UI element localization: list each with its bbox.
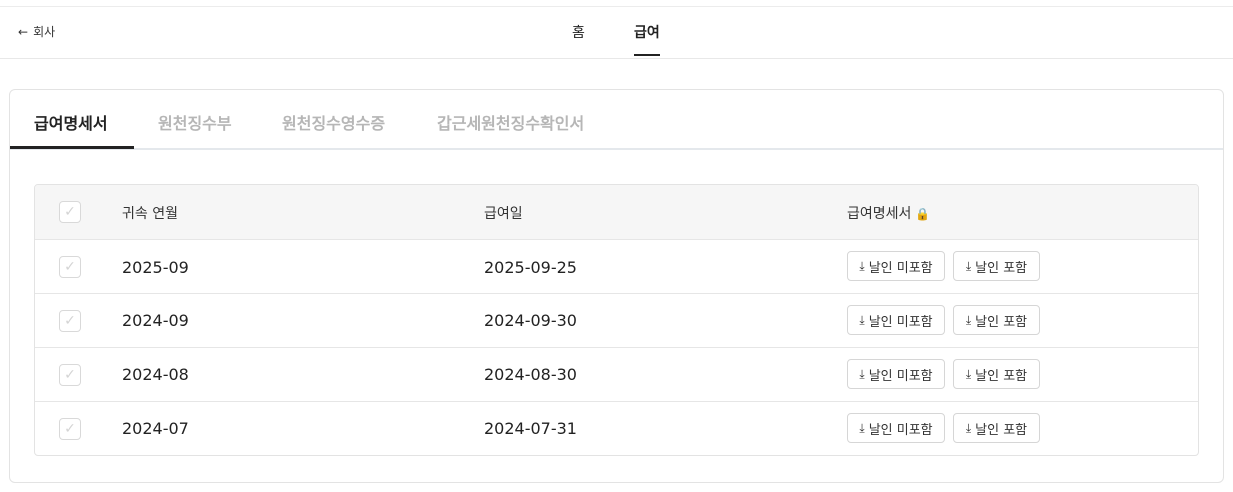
tab-withholding-ledger[interactable]: 원천징수부 [158,110,232,134]
back-label: 회사 [33,25,56,39]
row-pay-date: 2024-07-31 [484,419,577,438]
button-label: 날인 포함 [975,422,1028,438]
download-icon: ⤓ [965,259,972,273]
row-period: 2024-07 [122,419,189,438]
table-row: ✓ 2024-08 2024-08-30 ⤓ 날인 미포함 ⤓ 날인 포함 [35,347,1198,402]
header-pay-date: 급여일 [484,206,523,222]
button-label: 날인 포함 [975,314,1028,330]
button-label: 날인 미포함 [868,314,933,330]
top-navbar: ← 회사 홈 급여 [0,7,1233,59]
download-icon: ⤓ [965,421,972,435]
header-statement-label: 급여명세서 [847,206,912,222]
download-without-seal-button[interactable]: ⤓ 날인 미포함 [847,413,945,443]
check-icon: ✓ [64,204,76,220]
download-icon: ⤓ [859,313,865,327]
arrow-left-icon: ← [18,24,29,39]
table-row: ✓ 2024-09 2024-09-30 ⤓ 날인 미포함 ⤓ 날인 포함 [35,293,1198,348]
button-label: 날인 포함 [975,368,1028,384]
check-icon: ✓ [64,259,76,275]
download-icon: ⤓ [965,367,972,381]
tab-income-tax-confirmation[interactable]: 갑근세원천징수확인서 [437,110,584,134]
back-link[interactable]: ← 회사 [18,23,55,40]
check-icon: ✓ [64,313,76,329]
table-row: ✓ 2025-09 2025-09-25 ⤓ 날인 미포함 ⤓ 날인 포함 [35,239,1198,294]
active-subtab-indicator [10,146,134,149]
row-checkbox[interactable]: ✓ [59,256,81,278]
header-period: 귀속 연월 [122,206,178,222]
download-without-seal-button[interactable]: ⤓ 날인 미포함 [847,359,945,389]
download-with-seal-button[interactable]: ⤓ 날인 포함 [953,305,1040,335]
check-icon: ✓ [64,421,76,437]
nav-tab-home[interactable]: 홈 [572,22,585,42]
row-period: 2025-09 [122,258,189,277]
row-pay-date: 2024-09-30 [484,311,577,330]
button-label: 날인 포함 [975,260,1028,276]
header-statement: 급여명세서 🔒 [847,203,930,223]
download-without-seal-button[interactable]: ⤓ 날인 미포함 [847,305,945,335]
document-tabs: 급여명세서 원천징수부 원천징수영수증 갑근세원천징수확인서 [10,90,1223,150]
row-period: 2024-08 [122,365,189,384]
payroll-documents-card: 급여명세서 원천징수부 원천징수영수증 갑근세원천징수확인서 ✓ 귀속 연월 급… [9,89,1224,483]
tab-pay-statement[interactable]: 급여명세서 [34,110,108,134]
nav-tab-payroll-label: 급여 [634,25,660,41]
row-pay-date: 2025-09-25 [484,258,577,277]
nav-tab-payroll[interactable]: 급여 [634,22,660,56]
pay-statement-table: ✓ 귀속 연월 급여일 급여명세서 🔒 ✓ 2025-09 2025-09-25 … [34,184,1199,456]
download-without-seal-button[interactable]: ⤓ 날인 미포함 [847,251,945,281]
row-checkbox[interactable]: ✓ [59,364,81,386]
check-icon: ✓ [64,367,76,383]
download-icon: ⤓ [859,367,865,381]
download-with-seal-button[interactable]: ⤓ 날인 포함 [953,359,1040,389]
download-with-seal-button[interactable]: ⤓ 날인 포함 [953,251,1040,281]
download-icon: ⤓ [859,259,865,273]
table-header-row: ✓ 귀속 연월 급여일 급여명세서 🔒 [35,185,1198,239]
button-label: 날인 미포함 [868,368,933,384]
row-period: 2024-09 [122,311,189,330]
download-icon: ⤓ [965,313,972,327]
table-row: ✓ 2024-07 2024-07-31 ⤓ 날인 미포함 ⤓ 날인 포함 [35,401,1198,455]
row-checkbox[interactable]: ✓ [59,418,81,440]
download-with-seal-button[interactable]: ⤓ 날인 포함 [953,413,1040,443]
download-icon: ⤓ [859,421,865,435]
active-tab-indicator [634,54,660,56]
button-label: 날인 미포함 [868,260,933,276]
row-checkbox[interactable]: ✓ [59,310,81,332]
lock-icon: 🔒 [915,207,931,221]
tab-withholding-receipt[interactable]: 원천징수영수증 [282,110,385,134]
select-all-checkbox[interactable]: ✓ [59,201,81,223]
button-label: 날인 미포함 [868,422,933,438]
row-pay-date: 2024-08-30 [484,365,577,384]
